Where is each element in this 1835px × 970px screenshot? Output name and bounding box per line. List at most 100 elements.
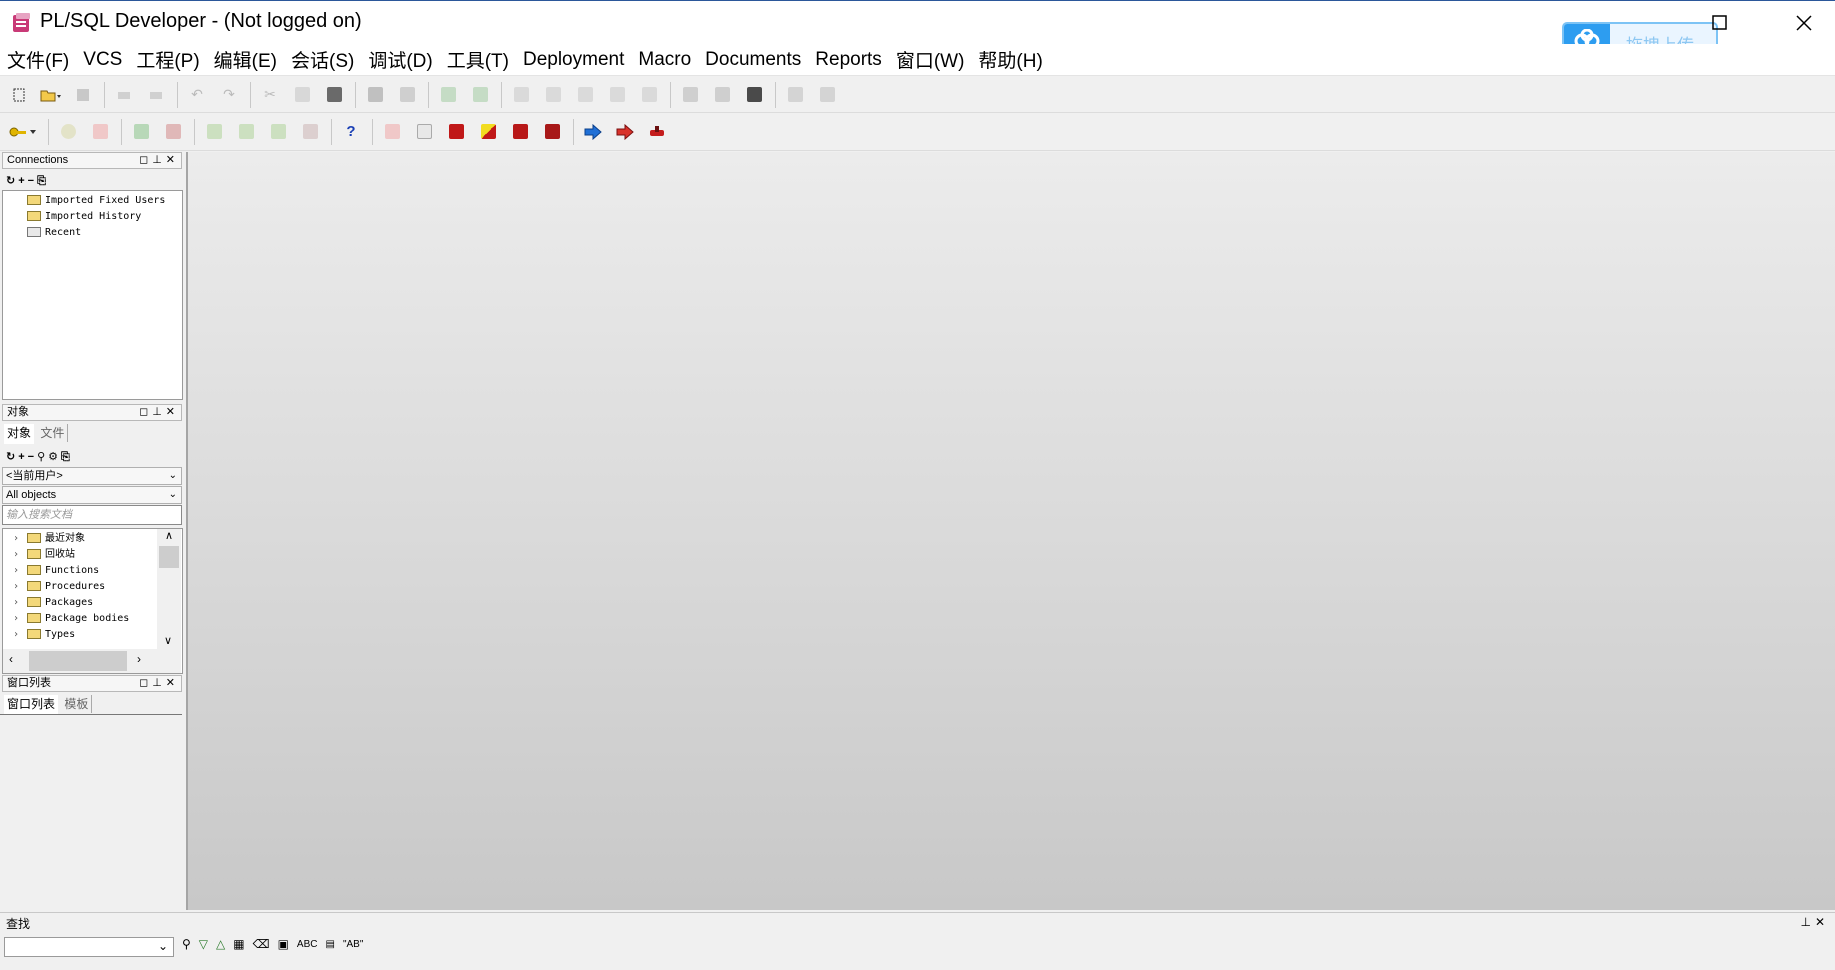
maximize-button[interactable] xyxy=(1690,1,1750,45)
nav-forward-red-button[interactable] xyxy=(612,119,638,145)
expand-icon[interactable]: › xyxy=(13,595,19,611)
debug-run-button[interactable] xyxy=(233,119,259,145)
find-button[interactable] xyxy=(362,82,388,108)
tab-templates[interactable]: 模板 xyxy=(61,695,93,713)
objects-toolbar[interactable]: ↻+−⚲⚙⎘ xyxy=(6,450,73,464)
regex-icon[interactable]: ▤ xyxy=(325,939,334,950)
eraser-button[interactable] xyxy=(411,119,437,145)
copy-button[interactable] xyxy=(289,82,315,108)
red-brush-button[interactable] xyxy=(539,119,565,145)
expand-icon[interactable]: › xyxy=(13,563,19,579)
findbar-controls[interactable]: ⊥✕ xyxy=(1800,915,1829,929)
step-into-button[interactable] xyxy=(265,119,291,145)
format-button[interactable] xyxy=(636,82,662,108)
tree-item[interactable]: Imported Fixed Users xyxy=(13,193,165,209)
tab-objects[interactable]: 对象 xyxy=(4,424,35,444)
eraser-icon[interactable]: ⌫ xyxy=(253,937,270,951)
menu-tools[interactable]: 工具(T) xyxy=(447,46,509,73)
execute-button[interactable] xyxy=(55,119,81,145)
open-button[interactable] xyxy=(38,82,64,108)
forward-button[interactable] xyxy=(467,82,493,108)
tree-item[interactable]: › Functions xyxy=(13,563,99,579)
cut-button[interactable]: ✂ xyxy=(257,82,283,108)
menu-help[interactable]: 帮助(H) xyxy=(978,46,1042,73)
expand-icon[interactable]: › xyxy=(13,547,19,563)
tree-item[interactable]: › Package bodies xyxy=(13,611,129,627)
objects-tree[interactable]: › 最近对象 › 回收站 › Functions › Procedures › Packa… xyxy=(2,528,183,674)
menu-session[interactable]: 会话(S) xyxy=(291,46,354,73)
tree-item[interactable]: › Types xyxy=(13,627,75,643)
scroll-up-icon[interactable]: ∧ xyxy=(157,529,181,542)
redo-button[interactable]: ↷ xyxy=(216,82,242,108)
explain-plan-button[interactable] xyxy=(677,82,703,108)
vertical-scrollbar[interactable]: ∧ ∨ xyxy=(157,529,181,649)
back-button[interactable] xyxy=(435,82,461,108)
tree-item[interactable]: › 最近对象 xyxy=(13,531,85,547)
tree-item[interactable]: Recent xyxy=(13,225,81,241)
panel-controls[interactable]: ◻⊥✕ xyxy=(139,405,179,420)
object-search-input[interactable]: 输入搜索文档 xyxy=(2,505,182,525)
expand-icon[interactable]: › xyxy=(13,611,19,627)
menu-reports[interactable]: Reports xyxy=(815,49,882,71)
match-case-button[interactable]: ABC xyxy=(297,939,318,950)
commit-button[interactable] xyxy=(128,119,154,145)
step-over-button[interactable] xyxy=(297,119,323,145)
tab-files[interactable]: 文件 xyxy=(37,424,69,442)
quote-match-button[interactable]: "AB" xyxy=(343,939,363,950)
help-button[interactable]: ? xyxy=(338,119,364,145)
unindent-button[interactable] xyxy=(540,82,566,108)
scroll-thumb[interactable] xyxy=(159,546,179,568)
scroll-down-icon[interactable]: ∨ xyxy=(164,634,172,647)
find-previous-icon[interactable]: △ xyxy=(216,937,225,951)
tree-item[interactable]: › Procedures xyxy=(13,579,105,595)
menu-debug[interactable]: 调试(D) xyxy=(368,46,432,73)
binoculars-icon[interactable]: ⚲ xyxy=(182,937,191,951)
debug-start-button[interactable] xyxy=(201,119,227,145)
menu-deployment[interactable]: Deployment xyxy=(523,49,624,71)
expand-icon[interactable]: › xyxy=(13,627,19,643)
connections-tree[interactable]: Imported Fixed Users Imported History Re… xyxy=(2,190,183,400)
indent-button[interactable] xyxy=(508,82,534,108)
scroll-left-icon[interactable]: ‹ xyxy=(9,652,13,666)
close-button[interactable] xyxy=(1774,1,1834,45)
menu-macro[interactable]: Macro xyxy=(638,49,691,71)
find-next-icon[interactable]: ▽ xyxy=(199,937,208,951)
print-preview-button[interactable] xyxy=(143,82,169,108)
undo-button[interactable]: ↶ xyxy=(184,82,210,108)
connections-toolbar[interactable]: ↻+−⎘ xyxy=(6,174,49,188)
whole-word-icon[interactable]: ▣ xyxy=(278,937,289,951)
object-filter-select[interactable]: All objects ⌄ xyxy=(2,486,182,504)
user-select[interactable]: <当前用户> ⌄ xyxy=(2,467,182,485)
comment-button[interactable] xyxy=(572,82,598,108)
red-cube-button[interactable] xyxy=(443,119,469,145)
panel-controls[interactable]: ◻⊥✕ xyxy=(139,153,179,168)
tab-window-list[interactable]: 窗口列表 xyxy=(4,695,59,715)
menu-vcs[interactable]: VCS xyxy=(83,49,122,71)
new-button[interactable] xyxy=(6,82,32,108)
rollback-button[interactable] xyxy=(160,119,186,145)
menu-edit[interactable]: 编辑(E) xyxy=(214,46,277,73)
find-input[interactable]: ⌄ xyxy=(4,937,174,957)
red-tools-button[interactable] xyxy=(507,119,533,145)
horizontal-scrollbar[interactable]: ‹ › xyxy=(3,649,181,673)
tile-button[interactable] xyxy=(814,82,840,108)
scroll-right-icon[interactable]: › xyxy=(137,652,141,666)
tree-item[interactable]: › 回收站 xyxy=(13,547,75,563)
panel-controls[interactable]: ◻⊥✕ xyxy=(139,676,179,691)
expand-icon[interactable]: › xyxy=(13,579,19,595)
replace-button[interactable] xyxy=(394,82,420,108)
logon-button[interactable] xyxy=(6,119,40,145)
nav-forward-blue-button[interactable] xyxy=(580,119,606,145)
query-builder-button[interactable] xyxy=(709,82,735,108)
expand-icon[interactable]: › xyxy=(13,531,19,547)
yellow-red-button[interactable] xyxy=(475,119,501,145)
menu-file[interactable]: 文件(F) xyxy=(7,46,69,73)
menu-window[interactable]: 窗口(W) xyxy=(896,46,965,73)
tree-item[interactable]: › Packages xyxy=(13,595,93,611)
highlight-icon[interactable]: ▦ xyxy=(233,937,244,951)
print-button[interactable] xyxy=(111,82,137,108)
bookmark-button[interactable] xyxy=(379,119,405,145)
menu-documents[interactable]: Documents xyxy=(705,49,801,71)
tree-item[interactable]: Imported History xyxy=(13,209,141,225)
menu-project[interactable]: 工程(P) xyxy=(136,46,199,73)
